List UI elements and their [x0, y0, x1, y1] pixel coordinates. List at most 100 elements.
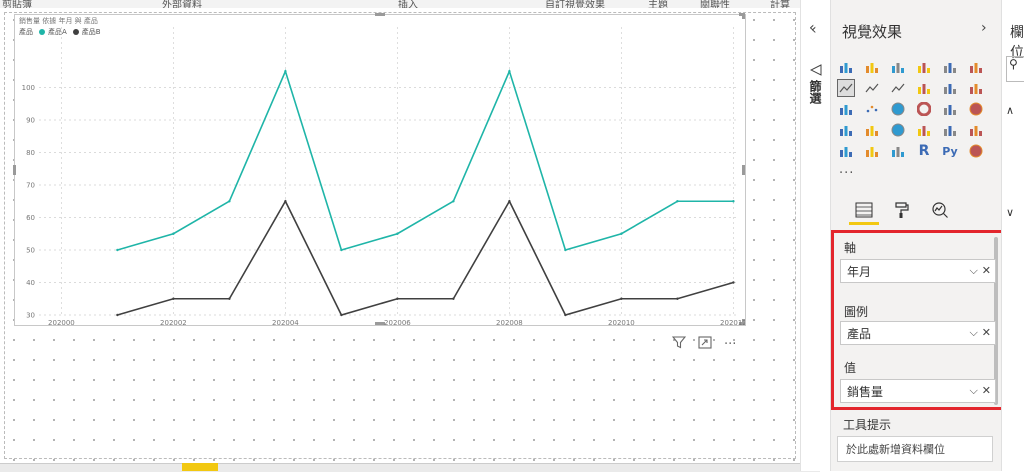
data-point: [340, 313, 343, 317]
clustered-bar-icon[interactable]: [889, 58, 907, 76]
axis-well-field[interactable]: 年月 ⌵ ✕: [840, 259, 996, 283]
waterfall-icon[interactable]: [837, 100, 855, 118]
table-icon[interactable]: [863, 142, 881, 160]
python-visual-icon[interactable]: Py: [941, 142, 959, 160]
viz-subtabs: [843, 198, 973, 225]
chevron-up-icon[interactable]: ∧: [1006, 104, 1014, 117]
y-tick-label: 70: [26, 182, 35, 190]
ribbon-chart-icon[interactable]: [967, 79, 985, 97]
data-point: [172, 232, 175, 235]
more-visuals-icon[interactable]: ···: [839, 166, 854, 181]
kpi-icon[interactable]: [967, 121, 985, 139]
axis-field-name: 年月: [847, 264, 872, 279]
focus-mode-icon[interactable]: [698, 336, 712, 353]
values-field-name: 銷售量: [847, 384, 884, 399]
x-tick-label: 202002: [160, 319, 187, 325]
data-point: [620, 232, 623, 235]
clustered-column-icon[interactable]: [915, 58, 933, 76]
multirow-card-icon[interactable]: [941, 121, 959, 139]
filled-map-icon[interactable]: [837, 121, 855, 139]
close-icon[interactable]: ✕: [982, 264, 991, 278]
card-icon[interactable]: [915, 121, 933, 139]
stacked-bar-icon[interactable]: [837, 58, 855, 76]
line-chart-icon[interactable]: [837, 79, 855, 97]
search-icon: ⚲: [1009, 57, 1018, 71]
y-tick-label: 90: [26, 117, 35, 125]
format-tab-icon[interactable]: [887, 198, 917, 222]
data-point: [564, 313, 567, 317]
chevron-left-icon[interactable]: ‹: [809, 20, 815, 36]
fields-pane: 欄位 ⚲ ∧ ∨: [1001, 0, 1024, 471]
r-visual-icon[interactable]: R: [915, 142, 933, 160]
100-column-icon[interactable]: [967, 58, 985, 76]
100-bar-icon[interactable]: [941, 58, 959, 76]
line-chart-visual[interactable]: 銷售量 依據 年月 與 產品 產品 產品A 產品B 30 40 50 60 70 80 90…: [13, 13, 746, 326]
data-point: [452, 297, 455, 300]
fields-tab-icon[interactable]: [849, 198, 879, 225]
axis-well-label: 軸: [844, 241, 857, 255]
close-icon[interactable]: ✕: [982, 326, 991, 340]
legend-well-label: 圖例: [844, 305, 869, 319]
filter-pane-icon: [809, 64, 822, 79]
donut-icon[interactable]: [915, 100, 933, 118]
values-well-label: 值: [844, 361, 857, 375]
filter-icon[interactable]: [671, 336, 687, 353]
pie-icon[interactable]: [889, 100, 907, 118]
more-options-icon[interactable]: ···: [724, 337, 736, 352]
data-point: [116, 248, 119, 252]
data-point: [508, 200, 511, 203]
y-tick-label: 30: [26, 312, 35, 320]
series-line-a[interactable]: [117, 68, 734, 251]
close-icon[interactable]: ✕: [982, 384, 991, 398]
values-well-field[interactable]: 銷售量 ⌵ ✕: [840, 379, 996, 403]
data-point: [676, 297, 679, 300]
page-tab-active[interactable]: [182, 463, 218, 471]
legend-well-field[interactable]: 產品 ⌵ ✕: [840, 321, 996, 345]
x-tick-label: 202010: [608, 319, 635, 325]
chevron-down-icon[interactable]: ⌵: [969, 326, 977, 340]
stacked-area-icon[interactable]: [889, 79, 907, 97]
x-tick-label: 202006: [384, 319, 411, 325]
funnel-icon[interactable]: [863, 121, 881, 139]
globe-icon[interactable]: [967, 142, 985, 160]
legend-field-name: 產品: [847, 326, 872, 341]
field-wells-highlight: 軸 年月 ⌵ ✕ 圖例 產品 ⌵ ✕ 值 銷售量 ⌵ ✕: [831, 230, 1007, 410]
treemap-icon[interactable]: [941, 100, 959, 118]
x-tick-label: 202004: [272, 319, 299, 325]
data-point: [228, 200, 231, 203]
y-tick-label: 80: [26, 149, 35, 157]
line-clustered-icon[interactable]: [941, 79, 959, 97]
fields-search-input[interactable]: ⚲: [1006, 56, 1024, 82]
filters-label[interactable]: 篩選: [808, 80, 824, 104]
x-tick-label: 202000: [48, 319, 75, 325]
visual-header-tools: ···: [671, 336, 736, 353]
scatter-icon[interactable]: [863, 100, 881, 118]
data-point: [340, 248, 343, 252]
gauge-icon[interactable]: [889, 121, 907, 139]
visualizations-pane: ‹ 視覺效果 › R Py ··· 軸 年月 ⌵ ✕ 圖例 產品 ⌵ ✕ 值 銷售量 …: [809, 0, 1007, 471]
data-point: [620, 297, 623, 300]
area-chart-icon[interactable]: [863, 79, 881, 97]
slicer-icon[interactable]: [837, 142, 855, 160]
chevron-down-icon[interactable]: ⌵: [969, 384, 977, 398]
report-canvas[interactable]: 銷售量 依據 年月 與 產品 產品 產品A 產品B 30 40 50 60 70 80 90…: [0, 8, 800, 463]
map-icon[interactable]: [967, 100, 985, 118]
matrix-icon[interactable]: [889, 142, 907, 160]
y-tick-label: 100: [22, 84, 35, 92]
stacked-column-icon[interactable]: [863, 58, 881, 76]
data-point: [284, 200, 287, 203]
tooltips-add-field[interactable]: 於此處新增資料欄位: [837, 436, 993, 462]
x-tick-label: 202012: [720, 319, 745, 325]
data-point: [676, 200, 679, 203]
chevron-down-icon[interactable]: ⌵: [969, 264, 977, 278]
chevron-right-icon[interactable]: ›: [981, 20, 987, 36]
line-column-icon[interactable]: [915, 79, 933, 97]
filters-pane[interactable]: ‹ 篩選: [800, 0, 831, 471]
chevron-down-icon[interactable]: ∨: [1006, 206, 1014, 219]
data-point: [228, 297, 231, 300]
y-tick-label: 60: [26, 214, 35, 222]
analytics-tab-icon[interactable]: [925, 198, 955, 222]
data-point: [564, 248, 567, 252]
line-chart-plot[interactable]: 30 40 50 60 70 80 90 100 202000 202002 202004 20200…: [15, 15, 745, 325]
data-point: [508, 70, 511, 73]
